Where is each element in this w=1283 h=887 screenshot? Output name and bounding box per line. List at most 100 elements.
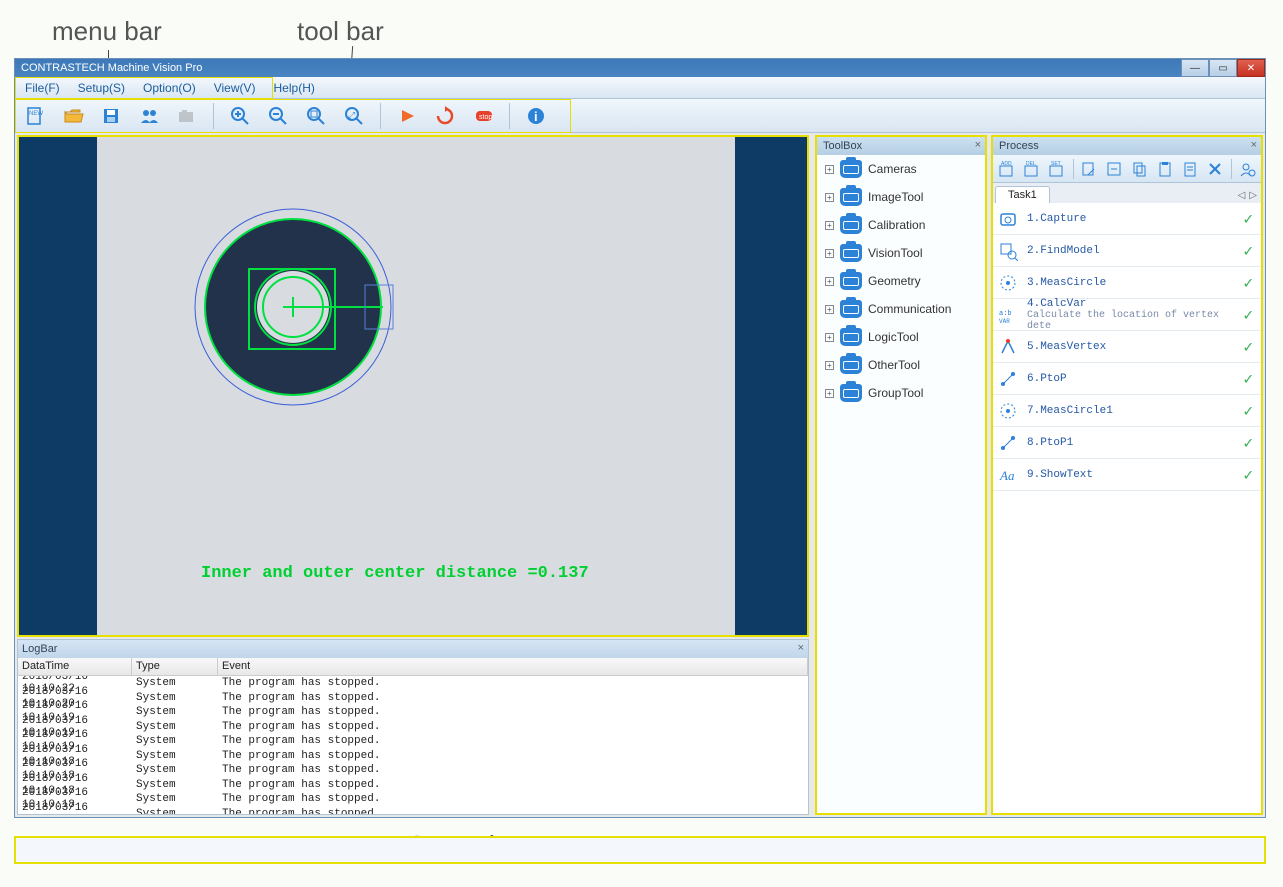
process-add-icon[interactable]: ADD [997,158,1016,180]
process-step-2[interactable]: 2.FindModel✓ [993,235,1261,267]
log-row[interactable]: 2018/03/16 10:10:20SystemThe program has… [18,691,808,706]
logbar-close-icon[interactable]: × [798,642,804,654]
info-icon[interactable]: i [522,103,550,129]
process-step-label: 7.MeasCircle1 [1027,405,1235,417]
log-row[interactable]: 2018/03/16 10:10:18SystemThe program has… [18,792,808,807]
log-row[interactable]: 2018/03/16 10:10:19SystemThe program has… [18,734,808,749]
process-toolbar: ADD DEL SET [993,155,1261,183]
toolbox-item-othertool[interactable]: +OtherTool [817,351,985,379]
toolbox-item-grouptool[interactable]: + GroupTool [817,379,985,407]
expand-icon[interactable]: + [825,389,834,398]
process-delete-icon[interactable] [1206,158,1225,180]
process-step-8[interactable]: 8.PtoP1✓ [993,427,1261,459]
toolbox-item-label: Calibration [868,218,925,232]
toolbox-item-cameras[interactable]: + Cameras [817,155,985,183]
menu-view[interactable]: View(V) [208,79,262,97]
run-icon[interactable] [393,103,421,129]
expand-icon[interactable]: + [825,333,834,342]
window-maximize-button[interactable]: ▭ [1209,59,1237,77]
window-close-button[interactable]: ✕ [1237,59,1265,77]
toolbox-item-geometry[interactable]: +Geometry [817,267,985,295]
toolbox-item-calibration[interactable]: + Calibration [817,211,985,239]
measvertex-icon [997,336,1019,358]
toolbox-item-label: GroupTool [868,386,923,400]
ptop-icon [997,368,1019,390]
log-row[interactable]: 2018/03/16 10:10:19SystemThe program has… [18,705,808,720]
process-close-icon[interactable]: × [1251,139,1257,151]
stop-icon[interactable]: stop [469,103,497,129]
process-tab-next-icon[interactable]: ▷ [1249,190,1257,201]
process-editnode-icon[interactable] [1080,158,1099,180]
process-paste-icon[interactable] [1155,158,1174,180]
zoom-out-icon[interactable] [264,103,292,129]
process-del-icon[interactable]: DEL [1022,158,1041,180]
loop-icon[interactable] [431,103,459,129]
menu-help[interactable]: Help(H) [268,79,321,97]
process-step-label: 1.Capture [1027,213,1235,225]
users-icon[interactable] [135,103,163,129]
process-step-label: 9.ShowText [1027,469,1235,481]
log-col-event[interactable]: Event [218,658,808,675]
log-col-datetime[interactable]: DataTime [18,658,132,675]
log-row[interactable]: 2018/03/16 10:10:19SystemThe program has… [18,720,808,735]
process-copy-icon[interactable] [1130,158,1149,180]
toolbox-close-icon[interactable]: × [975,139,981,151]
title-bar: CONTRASTECH Machine Vision Pro — ▭ ✕ [15,59,1265,77]
log-row[interactable]: 2018/03/16 10:10:18SystemThe program has… [18,778,808,793]
log-bar: LogBar × DataTime Type Event 2018/03/16 … [17,639,809,815]
process-step-3[interactable]: 3.MeasCircle✓ [993,267,1261,299]
process-finduser-icon[interactable] [1238,158,1257,180]
capture-icon [997,208,1019,230]
process-edit-icon[interactable] [1105,158,1124,180]
process-step-1[interactable]: 1.Capture ✓ [993,203,1261,235]
expand-icon[interactable]: + [825,165,834,174]
process-step-5[interactable]: 5.MeasVertex✓ [993,331,1261,363]
process-step-7[interactable]: 7.MeasCircle1 ✓ [993,395,1261,427]
process-tab-prev-icon[interactable]: ◁ [1238,190,1246,201]
log-row[interactable]: 2018/03/16 10:10:22SystemThe program has… [18,676,808,691]
save-icon[interactable] [97,103,125,129]
zoom-fit-icon[interactable]: ⤢ [340,103,368,129]
toolbox-item-imagetool[interactable]: +ImageTool [817,183,985,211]
tool-icon [840,384,862,402]
check-icon: ✓ [1243,465,1253,485]
log-row[interactable]: 2018/03/16 10:10:18SystemThe program has… [18,763,808,778]
expand-icon[interactable]: + [825,249,834,258]
process-set-icon[interactable]: SET [1047,158,1066,180]
svg-text:DEL: DEL [1026,161,1036,167]
camera-icon[interactable] [173,103,201,129]
toolbox-item-label: Cameras [868,162,917,176]
log-row[interactable]: 2018/03/16 10:10:07SystemThe program has… [18,807,808,815]
expand-icon[interactable]: + [825,221,834,230]
process-clipboard-icon[interactable] [1180,158,1199,180]
toolbox-item-visiontool[interactable]: +VisionTool [817,239,985,267]
display-panel[interactable]: Inner and outer center distance =0.137 [17,135,809,637]
process-step-label: 8.PtoP1 [1027,437,1235,449]
process-step-6[interactable]: 6.PtoP✓ [993,363,1261,395]
window-minimize-button[interactable]: — [1181,59,1209,77]
menu-file[interactable]: File(F) [19,79,66,97]
app-window: CONTRASTECH Machine Vision Pro — ▭ ✕ Fil… [14,58,1266,818]
process-panel: Process × ADD DEL SET [991,135,1263,815]
expand-icon[interactable]: + [825,305,834,314]
zoom-in-icon[interactable] [226,103,254,129]
menu-option[interactable]: Option(O) [137,79,202,97]
check-icon: ✓ [1243,401,1253,421]
svg-text:stop: stop [479,114,492,121]
process-step-4[interactable]: a:bVAR4.CalcVarCalculate the location of… [993,299,1261,331]
toolbox-item-communication[interactable]: +Communication [817,295,985,323]
gear-graphic [193,207,403,417]
expand-icon[interactable]: + [825,361,834,370]
zoom-area-icon[interactable] [302,103,330,129]
menu-setup[interactable]: Setup(S) [72,79,131,97]
log-col-type[interactable]: Type [132,658,218,675]
new-icon[interactable]: NEW [21,103,49,129]
expand-icon[interactable]: + [825,277,834,286]
process-tab-task1[interactable]: Task1 [995,186,1050,203]
process-step-9[interactable]: Aa9.ShowText✓ [993,459,1261,491]
open-icon[interactable] [59,103,87,129]
expand-icon[interactable]: + [825,193,834,202]
log-row[interactable]: 2018/03/16 10:10:18SystemThe program has… [18,749,808,764]
check-icon: ✓ [1243,209,1253,229]
toolbox-item-logictool[interactable]: +LogicTool [817,323,985,351]
